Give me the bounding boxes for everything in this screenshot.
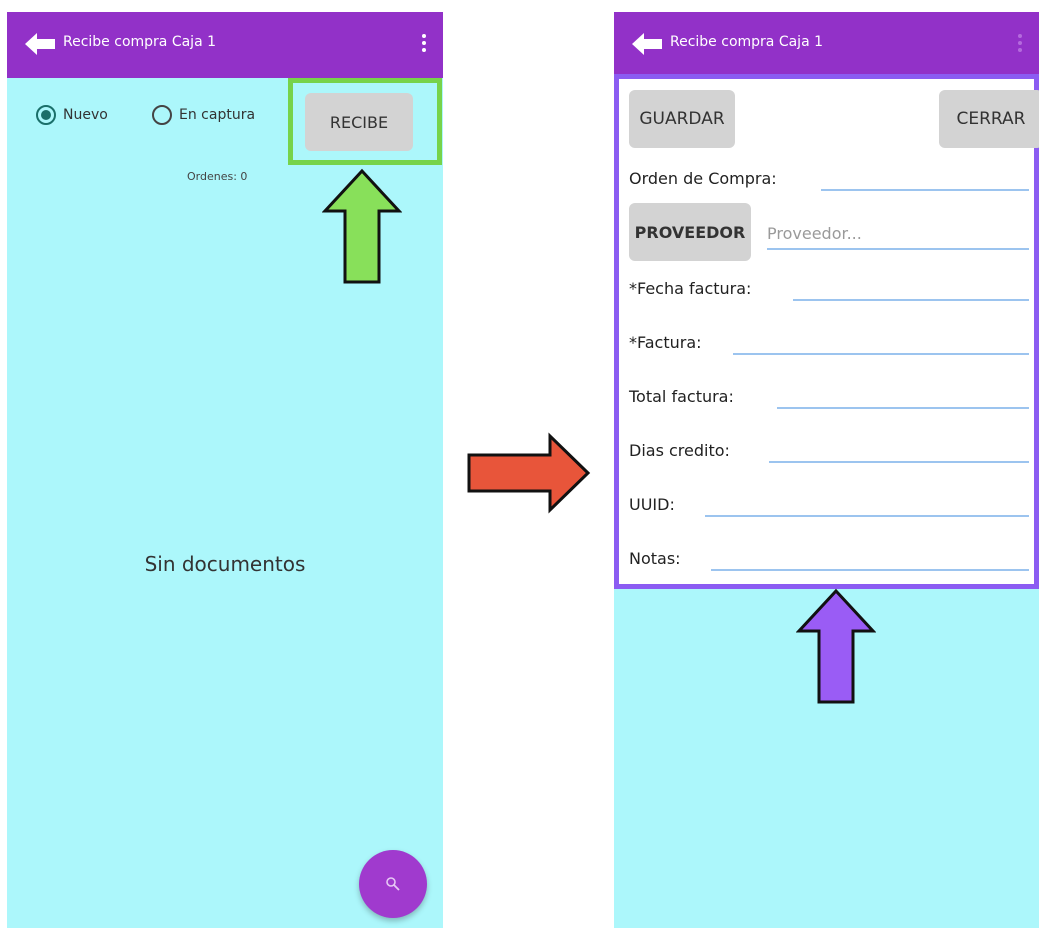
highlight-frame xyxy=(288,78,442,165)
total-factura-label: Total factura: xyxy=(629,387,734,406)
right-screen: Recibe compra Caja 1 GUARDAR CERRAR Orde… xyxy=(614,12,1039,928)
app-bar-title: Recibe compra Caja 1 xyxy=(670,34,824,50)
dias-credito-label: Dias credito: xyxy=(629,441,730,460)
uuid-label: UUID: xyxy=(629,495,675,514)
green-up-arrow-icon xyxy=(322,168,402,284)
more-vert-icon[interactable] xyxy=(421,34,427,56)
dias-credito-input[interactable] xyxy=(769,461,1029,463)
orders-count: Ordenes: 0 xyxy=(187,170,248,183)
purple-up-arrow-icon xyxy=(796,588,876,704)
orden-compra-input[interactable] xyxy=(821,189,1029,191)
arrow-left-icon[interactable] xyxy=(632,32,664,56)
factura-label: *Factura: xyxy=(629,333,702,352)
uuid-input[interactable] xyxy=(705,515,1029,517)
more-vert-icon[interactable] xyxy=(1017,34,1023,56)
proveedor-button[interactable]: PROVEEDOR xyxy=(629,203,751,261)
notas-input[interactable] xyxy=(711,569,1029,571)
app-bar: Recibe compra Caja 1 xyxy=(7,12,443,78)
guardar-button[interactable]: GUARDAR xyxy=(629,90,735,148)
notas-label: Notas: xyxy=(629,549,681,568)
left-screen: Recibe compra Caja 1 Nuevo En captura RE… xyxy=(7,12,443,928)
factura-input[interactable] xyxy=(733,353,1029,355)
radio-unchecked-icon xyxy=(152,105,172,125)
total-factura-input[interactable] xyxy=(777,407,1029,409)
radio-label: Nuevo xyxy=(63,107,108,123)
fecha-factura-label: *Fecha factura: xyxy=(629,279,752,298)
proveedor-input[interactable]: Proveedor... xyxy=(767,224,1029,250)
radio-en-captura[interactable]: En captura xyxy=(152,104,255,126)
radio-nuevo[interactable]: Nuevo xyxy=(36,104,108,126)
red-right-arrow-icon xyxy=(467,432,591,514)
arrow-left-icon[interactable] xyxy=(25,32,57,56)
receive-form-panel: GUARDAR CERRAR Orden de Compra: PROVEEDO… xyxy=(614,74,1039,589)
orden-compra-label: Orden de Compra: xyxy=(629,169,777,188)
fecha-factura-input[interactable] xyxy=(793,299,1029,301)
search-icon xyxy=(386,877,400,891)
radio-label: En captura xyxy=(179,107,256,123)
app-bar: Recibe compra Caja 1 xyxy=(614,12,1039,78)
search-fab-button[interactable] xyxy=(359,850,427,918)
radio-checked-icon xyxy=(36,105,56,125)
empty-message: Sin documentos xyxy=(144,552,306,576)
app-bar-title: Recibe compra Caja 1 xyxy=(63,34,217,50)
cerrar-button[interactable]: CERRAR xyxy=(939,90,1039,148)
